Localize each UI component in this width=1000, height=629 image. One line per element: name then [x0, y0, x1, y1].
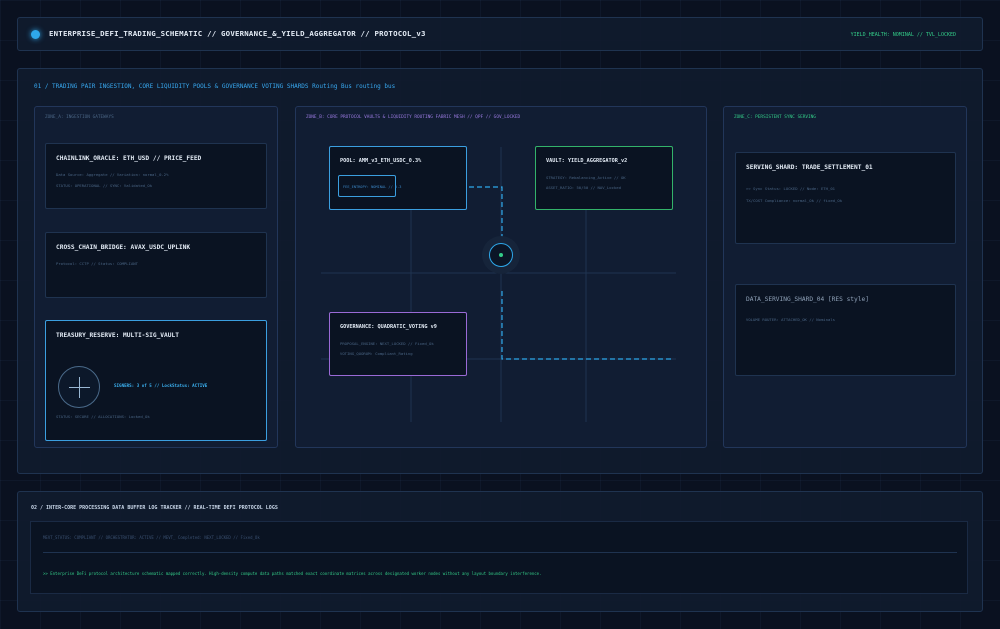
card-status: ASSET_RATIO: 50/50 // NAV_Locked — [546, 185, 621, 190]
card-title: GOVERNANCE: QUADRATIC_VOTING v9 — [340, 324, 437, 330]
top-bar: ENTERPRISE_DEFI_TRADING_SCHEMATIC // GOV… — [17, 17, 983, 51]
zone-a-label: ZONE_A: INGESTION GATEWAYS — [45, 115, 114, 120]
log-divider — [43, 552, 957, 553]
data-serving-shard-card[interactable]: DATA_SERVING_SHARD_04 [RES style] VOLUME… — [735, 284, 956, 376]
card-detail: >> Sync Status: LOCKED // Node: ETH_01 — [746, 186, 836, 191]
card-detail: Protocol: CCTP // Status: COMPLIANT — [56, 261, 138, 266]
governance-voting-card[interactable]: GOVERNANCE: QUADRATIC_VOTING v9 PROPOSAL… — [329, 312, 467, 376]
amm-pool-card[interactable]: POOL: AMM_v3_ETH_USDC_0.3% FEE_ENTROPY: … — [329, 146, 467, 210]
card-title: CROSS_CHAIN_BRIDGE: AVAX_USDC_UPLINK — [56, 244, 191, 251]
card-status: STATUS: OPERATIONAL // SYNC: Validated_O… — [56, 183, 153, 188]
card-detail: PROPOSAL_ENGINE: NEXT_LOCKED // Fixed_Ok — [340, 341, 434, 346]
card-status: TX/COST Compliance: normal_Ok // fixed_O… — [746, 198, 843, 203]
zone-c-label: ZONE_C: PERSISTENT SYNC SERVING — [734, 115, 816, 120]
card-status: VOTING_QUORUM: Compliant_Rating — [340, 351, 413, 356]
card-detail: STRATEGY: Rebalancing_Active // OK — [546, 175, 626, 180]
routing-hub-node[interactable] — [482, 236, 520, 274]
signers-readout: SIGNERS: 3 of 5 // LockStatus: ACTIVE — [114, 383, 208, 388]
card-detail: Data Source: Aggregate // Variation: nor… — [56, 172, 169, 177]
log-entry-highlight: >> Enterprise DeFi protocol architecture… — [43, 571, 542, 576]
log-title: 02 / INTER-CORE PROCESSING DATA BUFFER L… — [31, 505, 278, 511]
chainlink-oracle-card[interactable]: CHAINLINK_ORACLE: ETH_USD // PRICE_FEED … — [45, 143, 267, 209]
crosshair-icon — [58, 366, 100, 408]
yield-vault-card[interactable]: VAULT: YIELD_AGGREGATOR_v2 STRATEGY: Reb… — [535, 146, 673, 210]
log-tracker-panel: 02 / INTER-CORE PROCESSING DATA BUFFER L… — [17, 491, 983, 612]
log-buffer[interactable]: MEVT_STATUS: COMPLIANT // ORCHESTRATOR: … — [30, 521, 968, 594]
treasury-reserve-card[interactable]: TREASURY_RESERVE: MULTI-SIG_VAULT SIGNER… — [45, 320, 267, 441]
card-title: CHAINLINK_ORACLE: ETH_USD // PRICE_FEED — [56, 155, 202, 162]
page-title: ENTERPRISE_DEFI_TRADING_SCHEMATIC // GOV… — [49, 29, 426, 38]
card-title: SERVING_SHARD: TRADE_SETTLEMENT_01 — [746, 164, 873, 171]
card-detail: VOLUME ROUTER: ATTACHED_OK // Nominals — [746, 317, 836, 322]
card-title: VAULT: YIELD_AGGREGATOR_v2 — [546, 158, 628, 164]
card-title: TREASURY_RESERVE: MULTI-SIG_VAULT — [56, 332, 179, 339]
tag-label: FEE_ENTROPY: NOMINAL // 0.3 — [343, 185, 402, 189]
card-status: STATUS: SECURE // ALLOCATIONS: Locked_Ok — [56, 414, 150, 419]
card-title: POOL: AMM_v3_ETH_USDC_0.3% — [340, 158, 422, 164]
fee-entropy-tag: FEE_ENTROPY: NOMINAL // 0.3 — [338, 175, 401, 197]
health-status: YIELD_HEALTH: NOMINAL // TVL_LOCKED — [850, 32, 956, 38]
log-entry: MEVT_STATUS: COMPLIANT // ORCHESTRATOR: … — [43, 535, 260, 540]
section-title: 01 / TRADING PAIR INGESTION, CORE LIQUID… — [34, 83, 396, 90]
status-dot-icon — [31, 30, 40, 39]
main-schematic-panel: 01 / TRADING PAIR INGESTION, CORE LIQUID… — [17, 68, 983, 474]
hub-core-icon — [499, 253, 503, 257]
card-title: DATA_SERVING_SHARD_04 [RES style] — [746, 296, 869, 303]
trade-settlement-shard-card[interactable]: SERVING_SHARD: TRADE_SETTLEMENT_01 >> Sy… — [735, 152, 956, 244]
cross-chain-bridge-card[interactable]: CROSS_CHAIN_BRIDGE: AVAX_USDC_UPLINK Pro… — [45, 232, 267, 298]
